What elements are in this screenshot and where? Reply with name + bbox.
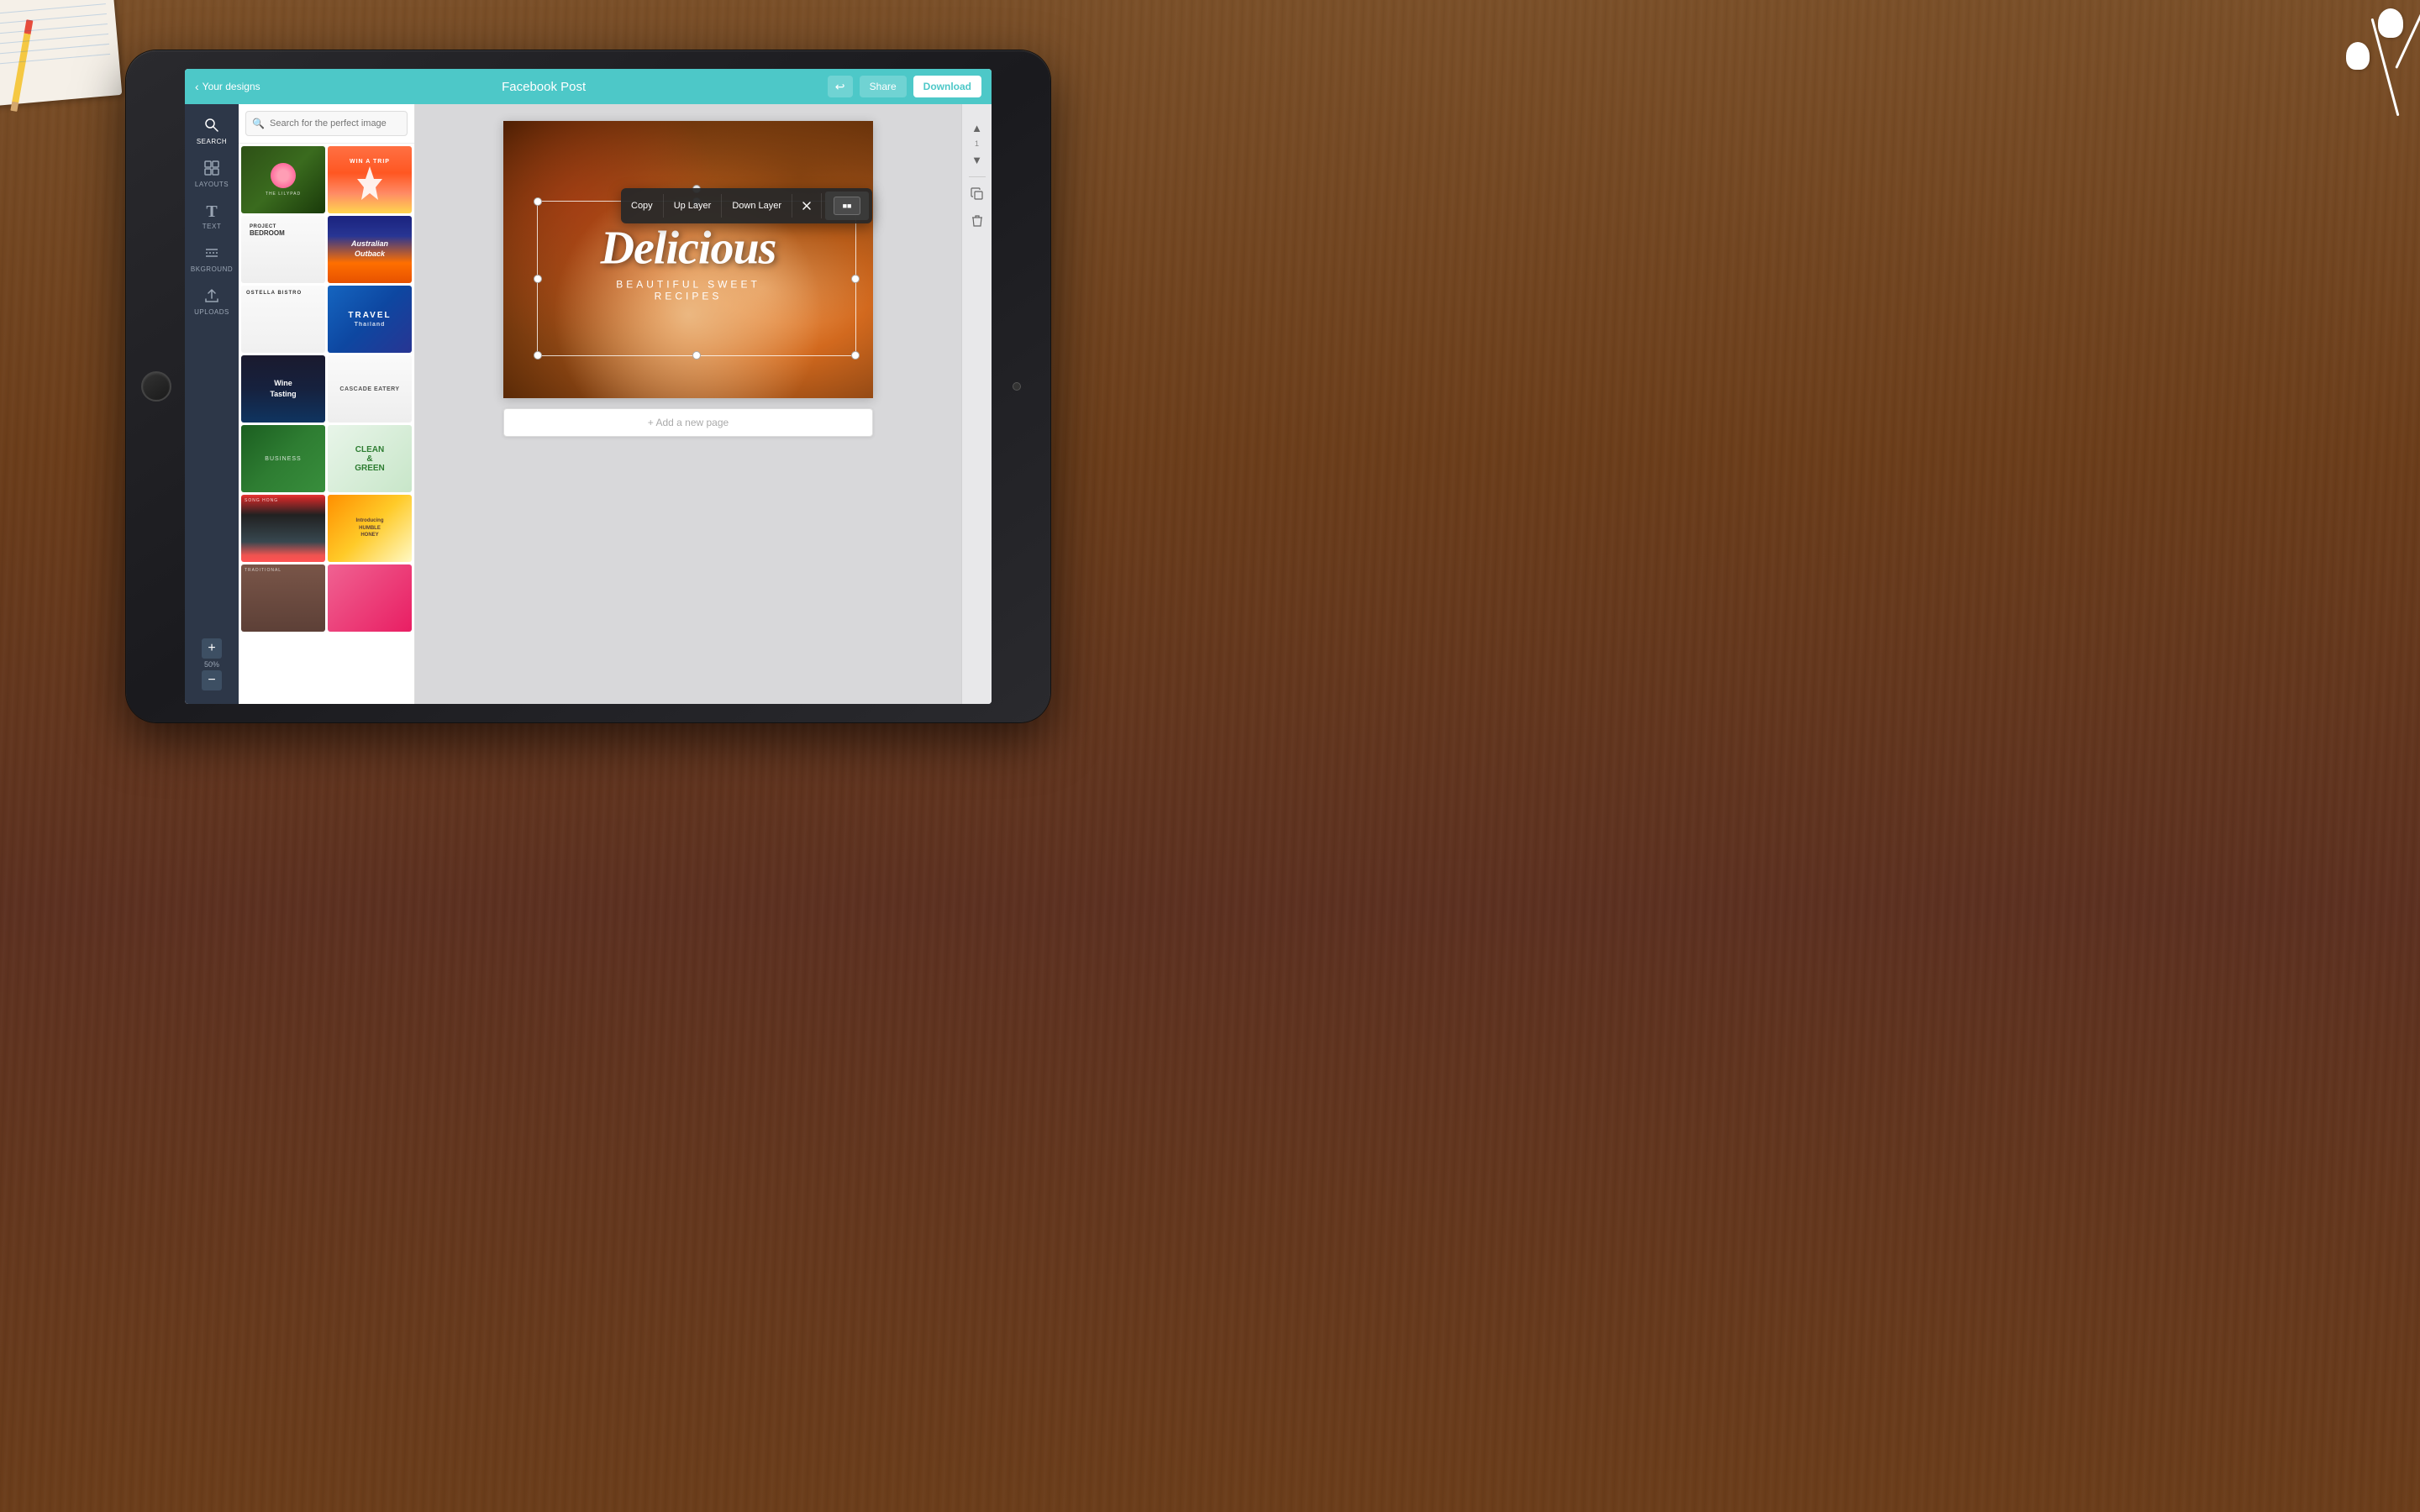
document-title: Facebook Post (260, 80, 828, 94)
design-canvas[interactable]: Delicious BEAUTIFUL SWEET RECIPES (503, 121, 873, 398)
sidebar-item-layouts[interactable]: LAYOUTS (188, 154, 235, 195)
ctx-delete-button[interactable] (792, 193, 822, 218)
back-button[interactable]: ‹ Your designs (195, 81, 260, 92)
main-content: SEARCH LAYOUTS (185, 104, 992, 704)
zoom-control: + 50% − (202, 638, 222, 697)
search-bar: 🔍 (239, 104, 414, 144)
template-bedroom[interactable]: PROJECT BEDROOM (241, 216, 325, 283)
template-paris[interactable]: WIN A TRIP (328, 146, 412, 213)
ctx-opacity-control[interactable]: ■■ (825, 192, 869, 220)
sidebar-item-background[interactable]: BKGROUND (188, 239, 235, 280)
right-toolbar: ▲ 1 ▼ (961, 104, 992, 704)
notebook-prop (0, 0, 122, 107)
layer-up-button[interactable]: ▲ (967, 118, 987, 138)
layer-up-icon: ▲ (971, 122, 982, 134)
template-panel: 🔍 THE LILYPAD WIN A TRIP (239, 104, 415, 704)
uploads-icon (204, 288, 219, 306)
zoom-in-button[interactable]: + (202, 638, 222, 659)
layer-order-group: ▲ 1 ▼ (967, 118, 987, 170)
text-icon: T (206, 203, 217, 220)
ctx-copy-button[interactable]: Copy (621, 194, 664, 218)
template-honey[interactable]: IntroducingHUMBLEHONEY (328, 495, 412, 562)
app-header: ‹ Your designs Facebook Post ↩ Share Dow… (185, 69, 992, 104)
undo-button[interactable]: ↩ (828, 76, 853, 97)
ipad-frame: ‹ Your designs Facebook Post ↩ Share Dow… (126, 50, 1050, 722)
earphone-bud-1 (2378, 8, 2403, 38)
back-label: Your designs (203, 81, 260, 92)
background-icon (204, 245, 219, 263)
template-clean[interactable]: CLEAN&GREEN (328, 425, 412, 492)
uploads-label: UPLOADS (194, 308, 229, 316)
search-input-icon: 🔍 (252, 118, 265, 129)
template-grid: THE LILYPAD WIN A TRIP (239, 144, 414, 634)
layer-down-icon: ▼ (971, 154, 982, 166)
back-chevron-icon: ‹ (195, 81, 199, 92)
zoom-out-button[interactable]: − (202, 670, 222, 690)
home-button[interactable] (141, 371, 171, 402)
template-lilypad[interactable]: THE LILYPAD (241, 146, 325, 213)
sidebar-item-text[interactable]: T TEXT (188, 197, 235, 237)
search-icon (204, 118, 219, 135)
layouts-label: LAYOUTS (195, 181, 229, 188)
delete-button[interactable] (967, 211, 987, 231)
ctx-opacity-value: ■■ (834, 197, 860, 215)
left-sidebar: SEARCH LAYOUTS (185, 104, 239, 704)
toolbar-divider-1 (969, 176, 986, 177)
template-wine[interactable]: WineTasting (241, 355, 325, 423)
background-label: BKGROUND (191, 265, 233, 273)
template-cascade[interactable]: CASCADE EATERY (328, 355, 412, 423)
ipad-screen: ‹ Your designs Facebook Post ↩ Share Dow… (185, 69, 992, 704)
template-business[interactable]: BUSINESS (241, 425, 325, 492)
template-ostella[interactable]: OSTELLA BISTRO (241, 286, 325, 353)
context-menu: Copy Up Layer Down Layer ■■ (621, 188, 872, 223)
text-label: TEXT (203, 223, 221, 230)
template-outback[interactable]: AustralianOutback (328, 216, 412, 283)
template-city[interactable]: SONG HONG (241, 495, 325, 562)
download-button[interactable]: Download (913, 76, 981, 97)
add-page-button[interactable]: + Add a new page (503, 408, 873, 437)
earphones-prop (2126, 0, 2420, 134)
header-actions: ↩ Share Download (828, 76, 981, 97)
app-container: ‹ Your designs Facebook Post ↩ Share Dow… (185, 69, 992, 704)
copy-button[interactable] (967, 184, 987, 204)
ipad-camera (1013, 382, 1021, 391)
share-button[interactable]: Share (860, 76, 907, 97)
search-input[interactable] (245, 111, 408, 136)
template-travel[interactable]: TRAVEL Thailand (328, 286, 412, 353)
undo-icon: ↩ (835, 80, 845, 94)
ctx-up-layer-button[interactable]: Up Layer (664, 194, 723, 218)
template-traditional[interactable]: TRADITIONAL (241, 564, 325, 632)
search-label: SEARCH (197, 138, 227, 145)
layer-down-button[interactable]: ▼ (967, 150, 987, 170)
zoom-value: 50% (204, 660, 219, 669)
sidebar-item-uploads[interactable]: UPLOADS (188, 281, 235, 323)
template-pink[interactable] (328, 564, 412, 632)
sidebar-item-search[interactable]: SEARCH (188, 111, 235, 152)
canvas-wrapper: Copy Up Layer Down Layer ■■ (503, 121, 873, 437)
canvas-area[interactable]: Copy Up Layer Down Layer ■■ (415, 104, 961, 704)
canvas-background-image (503, 121, 873, 398)
layer-number: 1 (975, 139, 979, 148)
pencil-prop (10, 19, 33, 112)
layouts-icon (204, 160, 219, 178)
ctx-down-layer-button[interactable]: Down Layer (722, 194, 792, 218)
earphone-bud-2 (2346, 42, 2370, 70)
